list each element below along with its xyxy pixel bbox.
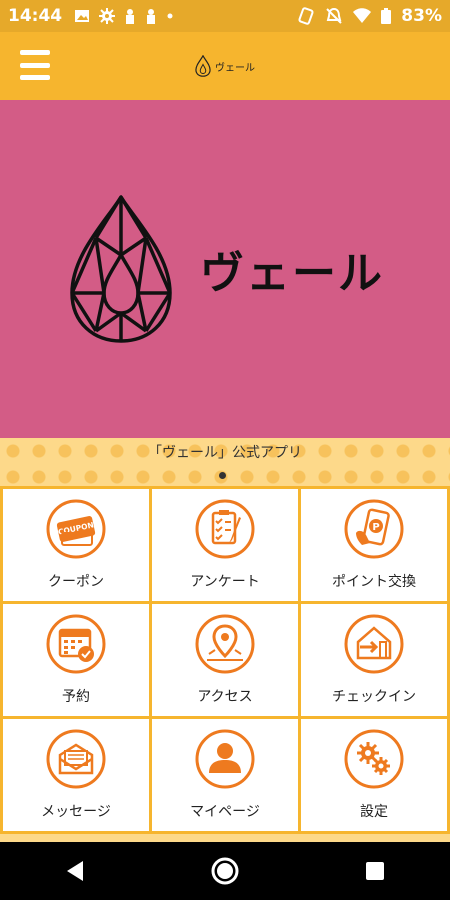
- back-button[interactable]: [55, 851, 95, 891]
- battery-percent: 83%: [401, 6, 442, 26]
- menu-label: クーポン: [48, 574, 104, 590]
- menu-label: ポイント交換: [332, 574, 416, 590]
- app-subtitle: 「ヴェール」公式アプリ: [148, 445, 302, 461]
- carousel-indicator: [219, 472, 226, 479]
- menu-label: アクセス: [197, 689, 253, 705]
- svg-text:P: P: [372, 522, 379, 533]
- notifications-off-icon: [326, 7, 343, 24]
- menu-tile-settings[interactable]: 設定: [301, 719, 447, 831]
- image-icon: [75, 10, 90, 22]
- status-bar: 14:44 83%: [0, 0, 450, 32]
- figure-icon: [126, 9, 135, 24]
- hero-banner: ヴェール: [0, 100, 450, 438]
- drop-gem-icon: [70, 195, 172, 343]
- coupon-icon: COUPON: [46, 499, 106, 559]
- menu-label: アンケート: [190, 574, 260, 590]
- drop-logo-icon: [195, 55, 211, 77]
- wifi-icon: [353, 8, 372, 23]
- system-nav-bar: [0, 842, 450, 900]
- menu-label: メッセージ: [41, 804, 111, 820]
- home-icon: [211, 857, 239, 885]
- menu-tile-message[interactable]: メッセージ: [3, 719, 149, 831]
- menu-label: 設定: [360, 804, 388, 820]
- user-icon: [195, 729, 255, 789]
- menu-tile-point-exchange[interactable]: P ポイント交換: [301, 489, 447, 601]
- figure2-icon: [147, 9, 156, 24]
- calendar-icon: [46, 614, 106, 674]
- menu-tile-access[interactable]: アクセス: [152, 604, 298, 716]
- subtitle-strip: 「ヴェール」公式アプリ: [0, 438, 450, 488]
- grid-bottom-band: [0, 834, 450, 842]
- header-logo-text: ヴェール: [215, 62, 255, 74]
- menu-label: マイページ: [190, 804, 260, 820]
- recents-icon: [366, 862, 384, 880]
- header-logo: ヴェール: [195, 55, 255, 77]
- back-icon: [67, 861, 83, 881]
- menu-tile-mypage[interactable]: マイページ: [152, 719, 298, 831]
- menu-tile-survey[interactable]: アンケート: [152, 489, 298, 601]
- settings-icon: [344, 729, 404, 789]
- menu-tile-reservation[interactable]: 予約: [3, 604, 149, 716]
- menu-tile-coupon[interactable]: COUPON クーポン: [3, 489, 149, 601]
- app-header: ヴェール: [0, 32, 450, 100]
- point-exchange-icon: P: [344, 499, 404, 559]
- checkin-icon: [344, 614, 404, 674]
- recents-button[interactable]: [355, 851, 395, 891]
- map-pin-icon: [195, 614, 255, 674]
- home-button[interactable]: [205, 851, 245, 891]
- menu-tile-checkin[interactable]: チェックイン: [301, 604, 447, 716]
- menu-label: チェックイン: [332, 689, 416, 705]
- hamburger-icon[interactable]: [20, 50, 50, 80]
- message-icon: [46, 729, 106, 789]
- gear-icon: [99, 8, 116, 24]
- menu-label: 予約: [62, 689, 90, 705]
- battery-icon: [381, 8, 392, 24]
- sync-icon: [298, 7, 314, 25]
- menu-grid: COUPON クーポン アンケート P ポイント交換 予約 アクセス チェックイ…: [0, 486, 450, 834]
- status-time: 14:44: [8, 6, 63, 26]
- dot-icon: [167, 13, 173, 19]
- hero-brand: ヴェール: [66, 193, 384, 345]
- survey-icon: [195, 499, 255, 559]
- hero-brand-name: ヴェール: [200, 248, 384, 299]
